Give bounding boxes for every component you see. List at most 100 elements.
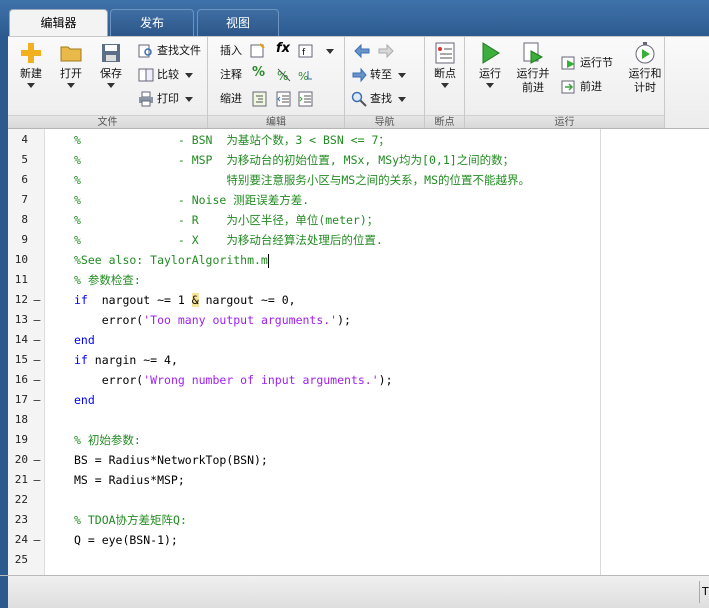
svg-text:%: % (298, 70, 308, 83)
executable-line-marker[interactable]: — (32, 350, 42, 370)
print-label: 打印 (157, 92, 179, 105)
indent-label: 缩进 (220, 92, 242, 105)
code-line[interactable]: 19 % 初始参数: (8, 430, 709, 450)
code-line[interactable]: 25 (8, 550, 709, 570)
code-line[interactable]: 22 (8, 490, 709, 510)
line-number: 13 (14, 313, 28, 326)
fx-icon[interactable]: fx (276, 41, 290, 56)
new-button[interactable]: 新建 (14, 41, 48, 88)
group-edit: 插入 fx f 注释 % % % 缩进 编辑 (208, 37, 345, 129)
code-line[interactable]: 9 % - X 为移动台经算法处理后的位置. (8, 230, 709, 250)
back-arrow-icon[interactable] (353, 43, 371, 59)
code-line[interactable]: 13 — error('Too many output arguments.'); (8, 310, 709, 330)
code-line[interactable]: 24 — Q = eye(BSN-1); (8, 530, 709, 550)
open-label: 打开 (60, 67, 82, 80)
code-token: error( (74, 373, 144, 387)
code-line[interactable]: 20 — BS = Radius*NetworkTop(BSN); (8, 450, 709, 470)
code-line[interactable]: 7 % - Noise 测距误差方差. (8, 190, 709, 210)
find-files-label: 查找文件 (157, 44, 201, 57)
code-line[interactable]: 15 — if nargin ~= 4, (8, 350, 709, 370)
group-breakpoints-label: 断点 (425, 115, 464, 129)
advance-button[interactable]: 前进 (561, 77, 602, 97)
breakpoints-button[interactable]: 断点 (428, 41, 462, 88)
run-and-time-label-1: 运行和 (628, 67, 662, 80)
code-line[interactable]: 4 % - BSN 为基站个数，3 < BSN <= 7； (8, 130, 709, 150)
executable-line-marker[interactable]: — (32, 290, 42, 310)
function-icon[interactable]: f (298, 43, 314, 59)
decrease-indent-icon[interactable] (276, 91, 292, 107)
wrap-comments-icon[interactable]: % (298, 67, 314, 83)
comment-percent-icon[interactable]: % (252, 65, 265, 80)
executable-line-marker[interactable]: — (32, 530, 42, 550)
chevron-down-icon[interactable] (326, 49, 334, 54)
run-section-button[interactable]: 运行节 (561, 53, 613, 73)
tab-publish[interactable]: 发布 (110, 9, 194, 36)
uncomment-icon[interactable]: % (276, 67, 292, 83)
tab-editor[interactable]: 编辑器 (9, 9, 108, 37)
line-number: 16 (14, 373, 28, 386)
code-text: %See also: TaylorAlgorithm.m (74, 250, 269, 270)
code-line[interactable]: 16 — error('Wrong number of input argumen… (8, 370, 709, 390)
tab-view[interactable]: 视图 (197, 9, 279, 36)
chevron-down-icon (486, 83, 494, 88)
new-plus-icon (21, 43, 41, 63)
string-token: 'Too many output arguments.' (143, 313, 338, 327)
save-button[interactable]: 保存 (94, 41, 128, 88)
find-files-button[interactable]: 查找文件 (138, 41, 201, 61)
group-navigate: 转至 查找 导航 (345, 37, 425, 129)
smart-indent-icon[interactable] (252, 91, 268, 107)
print-button[interactable]: 打印 (138, 89, 193, 109)
code-line[interactable]: 12 — if nargout ~= 1 & nargout ~= 0, (8, 290, 709, 310)
executable-line-marker[interactable]: — (32, 470, 42, 490)
run-button[interactable]: 运行 (473, 41, 507, 88)
code-text: if nargout ~= 1 & nargout ~= 0, (74, 290, 296, 310)
code-editor[interactable]: 4 % - BSN 为基站个数，3 < BSN <= 7； 5 % - MSP 为移动… (8, 128, 709, 575)
compare-label: 比较 (157, 68, 179, 81)
code-line[interactable]: 17 — end (8, 390, 709, 410)
executable-line-marker[interactable]: — (32, 310, 42, 330)
insert-button[interactable]: 插入 (220, 41, 242, 61)
code-text: MS = Radius*MSP; (74, 470, 185, 490)
executable-line-marker[interactable]: — (32, 370, 42, 390)
code-line[interactable]: 11 % 参数检查: (8, 270, 709, 290)
run-and-time-label-2: 计时 (634, 81, 656, 94)
indent-button[interactable]: 缩进 (220, 89, 242, 109)
line-number: 17 (14, 393, 28, 406)
code-line[interactable]: 5 % - MSP 为移动台的初始位置, MSx, MSy均为[0,1]之间的数； (8, 150, 709, 170)
goto-button[interactable]: 转至 (351, 65, 406, 85)
run-and-advance-button[interactable]: 运行并 前进 (513, 41, 553, 95)
executable-line-marker[interactable]: — (32, 330, 42, 350)
code-line[interactable]: 21 — MS = Radius*MSP; (8, 470, 709, 490)
increase-indent-icon[interactable] (298, 91, 314, 107)
compare-button[interactable]: 比较 (138, 65, 193, 85)
run-and-time-button[interactable]: 运行和 计时 (625, 41, 665, 95)
keyword-token: end (74, 333, 95, 347)
executable-line-marker[interactable]: — (32, 450, 42, 470)
code-token: error( (74, 313, 144, 327)
code-text: BS = Radius*NetworkTop(BSN); (74, 450, 268, 470)
comment-button[interactable]: 注释 (220, 65, 242, 85)
line-number: 5 (21, 153, 28, 166)
line-number: 6 (21, 173, 28, 186)
code-line[interactable]: 6 % 特别要注意服务小区与MS之间的关系，MS的位置不能越界。 (8, 170, 709, 190)
code-text: error('Wrong number of input arguments.'… (74, 370, 393, 390)
open-button[interactable]: 打开 (54, 41, 88, 88)
code-token: ); (378, 373, 393, 387)
magnifier-icon (351, 91, 367, 107)
insert-section-icon[interactable] (250, 43, 266, 59)
find-button[interactable]: 查找 (351, 89, 406, 109)
comment-token: % 初始参数: (74, 433, 141, 447)
forward-arrow-icon[interactable] (377, 43, 395, 59)
executable-line-marker[interactable]: — (32, 390, 42, 410)
code-line[interactable]: 14 — end (8, 330, 709, 350)
code-line[interactable]: 10 %See also: TaylorAlgorithm.m (8, 250, 709, 270)
printer-icon (139, 91, 153, 107)
code-line[interactable]: 23 % TDOA协方差矩阵Q: (8, 510, 709, 530)
goto-arrow-icon (352, 67, 367, 83)
save-label: 保存 (100, 67, 122, 80)
code-line[interactable]: 18 (8, 410, 709, 430)
comment-token: % - MSP 为移动台的初始位置, MSx, MSy均为[0,1]之间的数； (74, 153, 515, 167)
line-number: 23 (14, 513, 28, 526)
code-line[interactable]: 8 % - R 为小区半径，单位(meter)； (8, 210, 709, 230)
group-run: 运行 运行并 前进 运行节 前进 运行和 计时 运行 (465, 37, 665, 129)
